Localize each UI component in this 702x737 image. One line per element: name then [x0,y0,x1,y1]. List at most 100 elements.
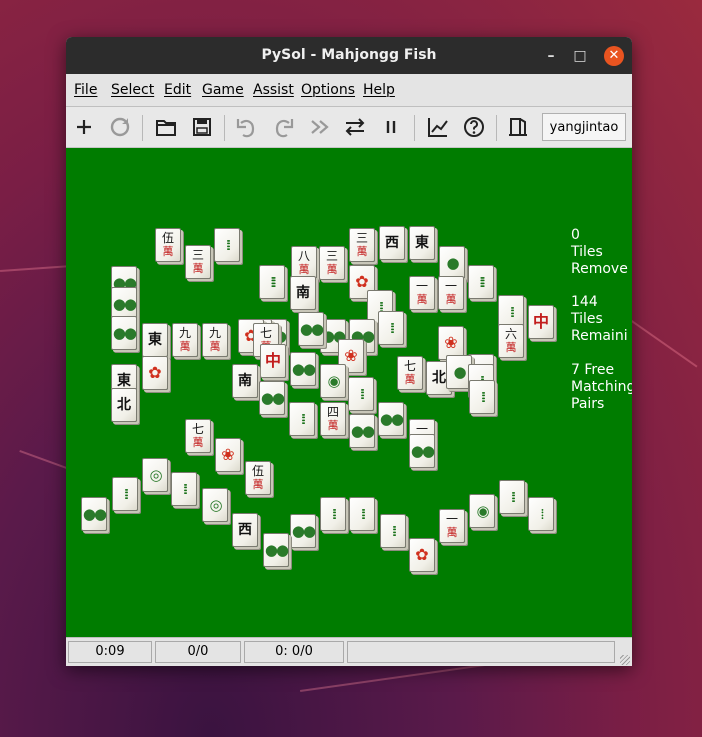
mahjong-tile[interactable]: ●● [263,533,289,567]
mahjong-tile[interactable]: ◉ [469,494,495,528]
mahjong-tile[interactable]: 三萬 [349,228,375,262]
open-icon [156,120,176,136]
game-board[interactable]: 伍萬三萬 ⁞⁞ 八萬三萬三萬西東 ● ⁞⁞⁞ ⁞⁞⁞ ●● 南一萬一萬 ✿ ⁞⁞ ❀ 六萬中 ●● ●● 東… [66,148,632,637]
mahjong-tile[interactable]: ⁞⁞ [348,377,374,411]
mahjong-tile[interactable]: ⁞⁞ [349,497,375,531]
mahjong-tile[interactable]: 三萬 [185,245,211,279]
toolbar: yangjintao [66,107,632,148]
menu-help[interactable]: Help [363,82,395,98]
mahjong-tile[interactable]: ⁞⁞ [320,497,346,531]
mahjong-tile[interactable]: ⁞⁞ [378,311,404,345]
tile-suit: 萬 [298,263,310,276]
shuffle-button[interactable] [341,113,369,141]
pause-button[interactable] [377,113,405,141]
mahjong-tile[interactable]: 九萬 [202,323,228,357]
mahjong-tile[interactable]: ⁞⁞ [499,480,525,514]
save-button[interactable] [188,113,216,141]
mahjong-tile[interactable]: ❀ [215,438,241,472]
mahjong-tile[interactable]: 伍萬 [245,461,271,495]
mahjong-tile[interactable]: 中 [260,344,286,378]
menu-assist[interactable]: Assist [253,82,294,98]
mahjong-tile[interactable]: ⁞⁞ [380,514,406,548]
mahjong-tile[interactable]: 南 [232,364,258,398]
mahjong-tile[interactable]: ⁞ [528,497,554,531]
toolbar-separator [224,115,225,141]
mahjong-tile[interactable]: ⁞⁞⁞ [468,265,494,299]
mahjong-tile[interactable]: ✿ [409,538,435,572]
autodrop-icon [311,120,329,134]
tiles-remaining-label: 144 Tiles Remaini [571,294,628,344]
tile-suit: 萬 [446,526,458,539]
redo-button[interactable] [270,113,298,141]
close-button[interactable]: ✕ [604,46,624,66]
player-name[interactable]: yangjintao [542,113,626,141]
tiles-removed-label: 0 Tiles Remove [571,227,628,277]
mahjong-tile[interactable]: ●● [81,497,107,531]
mahjong-tile[interactable]: 一萬 [439,509,465,543]
menu-options[interactable]: Options [301,82,355,98]
statistics-button[interactable] [424,113,452,141]
menu-file[interactable]: File [74,82,97,98]
mahjong-tile[interactable]: 北 [111,388,137,422]
toolbar-separator [496,115,497,141]
desktop-decoration [630,320,698,368]
mahjong-tile[interactable]: ●● [349,414,375,448]
tile-suit: 萬 [445,293,457,306]
mahjong-tile[interactable]: 東 [142,323,168,357]
mahjong-tile[interactable]: 六萬 [498,324,524,358]
restart-button[interactable] [106,113,134,141]
mahjong-tile[interactable]: ⁞⁞ [214,228,240,262]
mahjong-tile[interactable]: ●● [409,434,435,468]
mahjong-tile[interactable]: ●● [290,514,316,548]
tile-suit: 萬 [505,341,517,354]
mahjong-tile[interactable]: 東 [409,226,435,260]
resize-grip[interactable] [620,655,630,665]
mahjong-tile[interactable]: 三萬 [319,246,345,280]
mahjong-tile[interactable]: ◎ [202,488,228,522]
mahjong-tile[interactable]: ●● [378,402,404,436]
undo-button[interactable] [232,113,260,141]
tile-suit: 萬 [209,340,221,353]
rules-button[interactable] [460,113,488,141]
mahjong-tile[interactable]: 西 [379,226,405,260]
mahjong-tile[interactable]: 八萬 [291,246,317,280]
quit-button[interactable] [504,113,532,141]
mahjong-tile[interactable]: ◎ [142,458,168,492]
mahjong-tile[interactable]: 七萬 [185,419,211,453]
minimize-button[interactable]: – [541,46,561,66]
tile-suit: 萬 [252,478,264,491]
time-display: 0:09 [68,641,152,663]
mahjong-tile[interactable]: 一萬 [409,276,435,310]
menu-select[interactable]: Select [111,82,154,98]
mahjong-tile[interactable]: ● [439,246,465,280]
mahjong-tile[interactable]: 一萬 [438,276,464,310]
mahjong-tile[interactable]: 四萬 [320,402,346,436]
menu-bar: File Select Edit Game Assist Options Hel… [66,74,632,107]
mahjong-tile[interactable]: 伍萬 [155,228,181,262]
mahjong-tile[interactable]: 七萬 [397,356,423,390]
open-button[interactable] [152,113,180,141]
mahjong-tile[interactable]: 南 [290,276,316,310]
mahjong-tile[interactable]: 西 [232,513,258,547]
maximize-button[interactable]: □ [570,46,590,66]
mahjong-tile[interactable]: ●● [111,316,137,350]
mahjong-tile[interactable]: ⁞⁞ [289,402,315,436]
mahjong-tile[interactable]: ⁞⁞ [171,472,197,506]
mahjong-tile[interactable]: ⁞⁞ [112,477,138,511]
shuffle-icon [345,118,365,136]
mahjong-tile[interactable]: ●● [259,381,285,415]
menu-game[interactable]: Game [202,82,244,98]
mahjong-tile[interactable]: ⁞⁞⁞ [259,265,285,299]
mahjong-tile[interactable]: 九萬 [172,323,198,357]
autodrop-button[interactable] [306,113,334,141]
menu-edit[interactable]: Edit [164,82,191,98]
mahjong-tile[interactable]: ◉ [320,364,346,398]
mahjong-tile[interactable]: 中 [528,305,554,339]
tile-suit: 萬 [192,436,204,449]
mahjong-tile[interactable]: ✿ [142,356,168,390]
mahjong-tile[interactable]: ●● [290,352,316,386]
new-game-button[interactable] [70,113,98,141]
title-bar[interactable]: PySol - Mahjongg Fish – □ ✕ [66,37,632,74]
mahjong-tile[interactable]: ⁞⁞ [469,380,495,414]
mahjong-tile[interactable]: ●● [298,312,324,346]
